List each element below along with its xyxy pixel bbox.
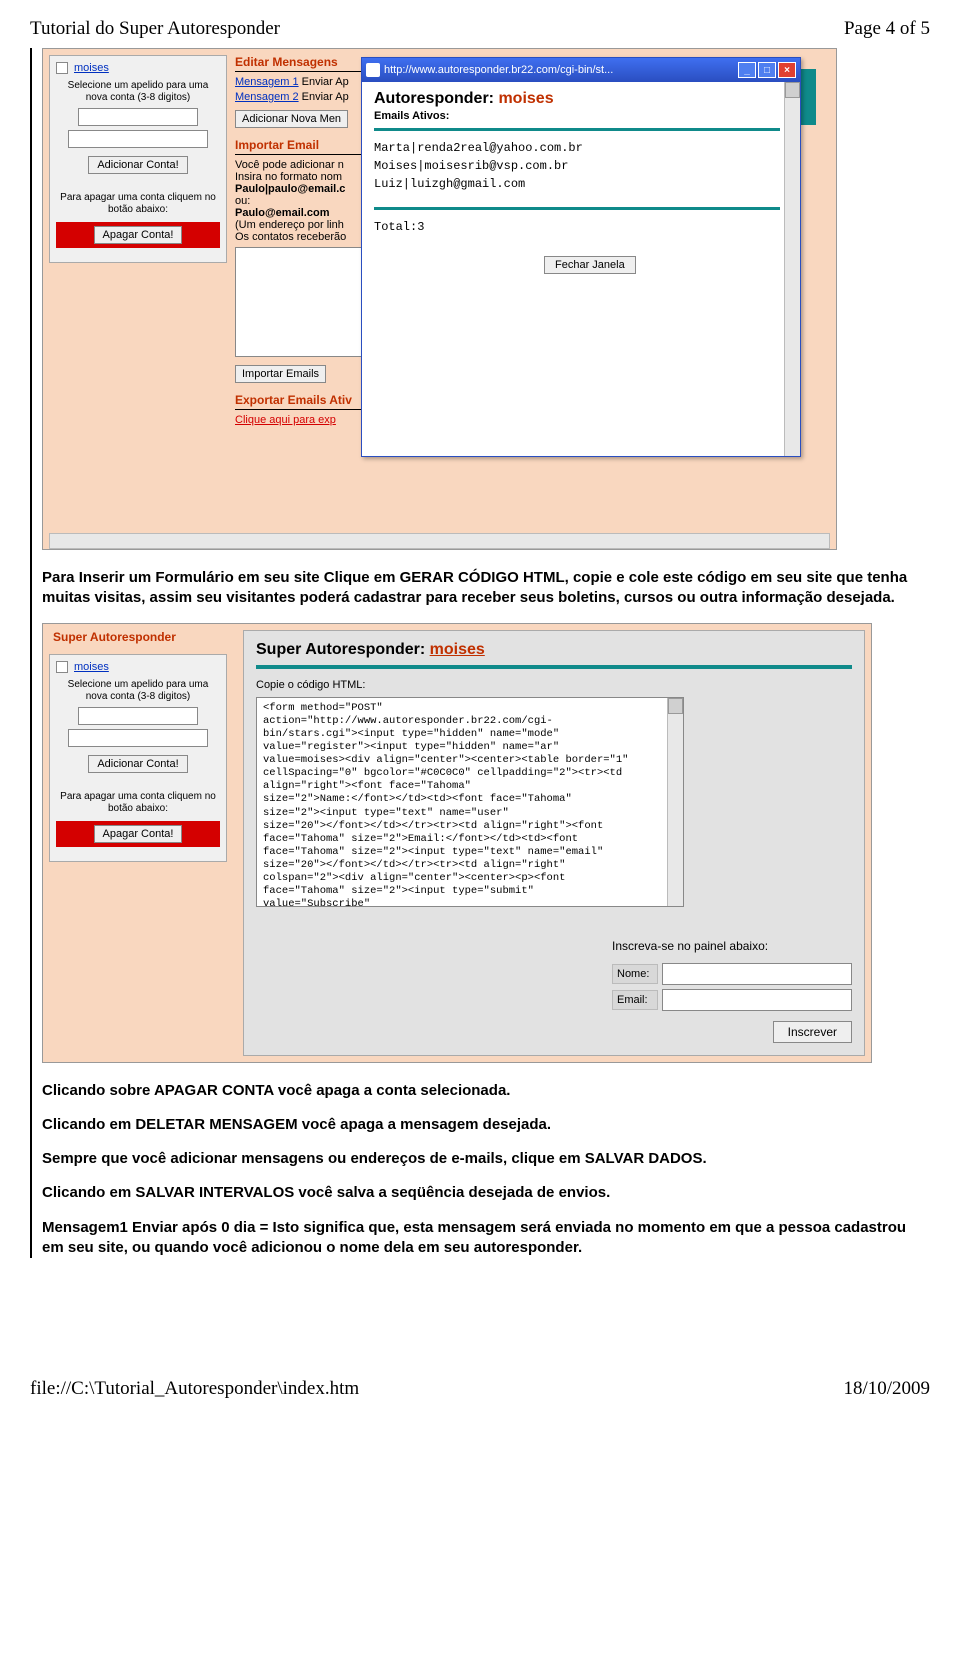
import-example-1: Paulo|paulo@email.c: [235, 183, 373, 195]
subscribe-button[interactable]: Inscrever: [773, 1021, 852, 1043]
ie-icon: [366, 63, 380, 77]
delete-instructions: Para apagar uma conta cliquem no botão a…: [56, 791, 220, 815]
edit-messages-heading: Editar Mensagens: [235, 55, 373, 72]
divider: [374, 207, 780, 210]
name-label: Nome:: [612, 964, 658, 984]
account-link-moises[interactable]: moises: [74, 661, 109, 673]
import-emails-button[interactable]: Importar Emails: [235, 365, 326, 383]
delete-account-button[interactable]: Apagar Conta!: [94, 226, 183, 244]
sidebar-title: Super Autoresponder: [53, 630, 176, 644]
message-1-link[interactable]: Mensagem 1: [235, 76, 299, 88]
copy-code-label: Copie o código HTML:: [256, 679, 852, 691]
sidebar-accounts-panel: moises Selecione um apelido para uma nov…: [49, 654, 227, 862]
email-row: Luiz|luizgh@gmail.com: [374, 175, 780, 193]
nickname-instructions: Selecione um apelido para uma nova conta…: [56, 80, 220, 104]
signup-caption: Inscreva-se no painel abaixo:: [612, 939, 852, 953]
delete-highlight: Apagar Conta!: [56, 222, 220, 248]
html-code-content: <form method="POST" action="http://www.a…: [263, 702, 677, 907]
footer-path: file://C:\Tutorial_Autoresponder\index.h…: [30, 1378, 359, 1400]
signup-panel: Inscreva-se no painel abaixo: Nome: Emai…: [612, 939, 852, 1043]
screenshot-emails-ativos: moises Selecione um apelido para uma nov…: [42, 48, 837, 550]
close-icon[interactable]: ×: [778, 62, 796, 78]
popup-body: Autoresponder: moises Emails Ativos: Mar…: [362, 82, 800, 456]
email-row: Marta|renda2real@yahoo.com.br: [374, 139, 780, 157]
import-line: Os contatos receberão: [235, 231, 373, 243]
paragraph-mensagem1: Mensagem1 Enviar após 0 dia = Isto signi…: [42, 1218, 930, 1259]
import-example-2: Paulo@email.com: [235, 207, 373, 219]
main-heading: Super Autoresponder: moises: [256, 641, 852, 659]
horizontal-scrollbar[interactable]: [49, 533, 830, 549]
import-line: Você pode adicionar n: [235, 159, 373, 171]
maximize-icon[interactable]: □: [758, 62, 776, 78]
nickname-input[interactable]: [78, 707, 198, 725]
main-heading-name: moises: [430, 641, 485, 658]
vertical-scrollbar[interactable]: [784, 82, 800, 456]
paragraph-salvar-dados: Sempre que você adicionar mensagens ou e…: [42, 1149, 930, 1169]
messages-column: Editar Mensagens Mensagem 1 Enviar Ap Me…: [235, 55, 373, 426]
paragraph-insert-form: Para Inserir um Formulário em seu site C…: [42, 568, 930, 609]
nickname-input-2[interactable]: [68, 729, 208, 747]
close-window-button[interactable]: Fechar Janela: [544, 256, 636, 274]
email-input[interactable]: [662, 989, 852, 1011]
page-number: Page 4 of 5: [844, 18, 930, 40]
popup-heading: Autoresponder: moises: [374, 90, 780, 108]
email-row: Moises|moisesrib@vsp.com.br: [374, 157, 780, 175]
paragraph-apagar-conta: Clicando sobre APAGAR CONTA você apaga a…: [42, 1081, 930, 1101]
email-label: Email:: [612, 990, 658, 1010]
scroll-up-icon[interactable]: [785, 82, 800, 98]
paragraph-deletar-mensagem: Clicando em DELETAR MENSAGEM você apaga …: [42, 1115, 930, 1135]
add-account-button[interactable]: Adicionar Conta!: [88, 755, 187, 773]
export-emails-heading: Exportar Emails Ativ: [235, 393, 373, 410]
scroll-up-icon[interactable]: [668, 698, 683, 714]
paragraph-salvar-intervalos: Clicando em SALVAR INTERVALOS você salva…: [42, 1183, 930, 1203]
popup-titlebar[interactable]: http://www.autoresponder.br22.com/cgi-bi…: [362, 58, 800, 82]
screenshot-gerar-codigo: Super Autoresponder moises Selecione um …: [42, 623, 872, 1063]
popup-heading-name: moises: [498, 90, 553, 107]
import-email-heading: Importar Email: [235, 138, 373, 155]
import-line: Insira no formato nom: [235, 171, 373, 183]
sidebar-accounts-panel: moises Selecione um apelido para uma nov…: [49, 55, 227, 263]
message-2-link[interactable]: Mensagem 2: [235, 91, 299, 103]
main-heading-prefix: Super Autoresponder:: [256, 641, 430, 658]
divider: [374, 128, 780, 131]
nickname-input-2[interactable]: [68, 130, 208, 148]
popup-subheading: Emails Ativos:: [374, 110, 780, 122]
add-account-button[interactable]: Adicionar Conta!: [88, 156, 187, 174]
message-1-send: Enviar Ap: [302, 76, 349, 88]
export-link[interactable]: Clique aqui para exp: [235, 414, 373, 426]
footer-date: 18/10/2009: [843, 1378, 930, 1400]
divider: [256, 665, 852, 669]
main-panel: Super Autoresponder: moises Copie o códi…: [243, 630, 865, 1056]
nickname-input[interactable]: [78, 108, 198, 126]
account-checkbox[interactable]: [56, 62, 68, 74]
import-textarea[interactable]: [235, 247, 373, 357]
import-line: (Um endereço por linh: [235, 219, 373, 231]
nickname-instructions: Selecione um apelido para uma nova conta…: [56, 679, 220, 703]
add-new-message-button[interactable]: Adicionar Nova Men: [235, 110, 348, 128]
delete-account-button[interactable]: Apagar Conta!: [94, 825, 183, 843]
import-line: ou:: [235, 195, 373, 207]
account-checkbox[interactable]: [56, 661, 68, 673]
delete-highlight: Apagar Conta!: [56, 821, 220, 847]
email-total: Total:3: [374, 218, 780, 236]
vertical-scrollbar[interactable]: [667, 698, 683, 906]
name-input[interactable]: [662, 963, 852, 985]
minimize-icon[interactable]: _: [738, 62, 756, 78]
delete-instructions: Para apagar uma conta cliquem no botão a…: [56, 192, 220, 216]
popup-window: http://www.autoresponder.br22.com/cgi-bi…: [361, 57, 801, 457]
account-link-moises[interactable]: moises: [74, 62, 109, 74]
html-code-textarea[interactable]: <form method="POST" action="http://www.a…: [256, 697, 684, 907]
popup-heading-prefix: Autoresponder:: [374, 90, 498, 107]
message-2-send: Enviar Ap: [302, 91, 349, 103]
popup-url: http://www.autoresponder.br22.com/cgi-bi…: [384, 64, 734, 76]
doc-title: Tutorial do Super Autoresponder: [30, 18, 280, 40]
